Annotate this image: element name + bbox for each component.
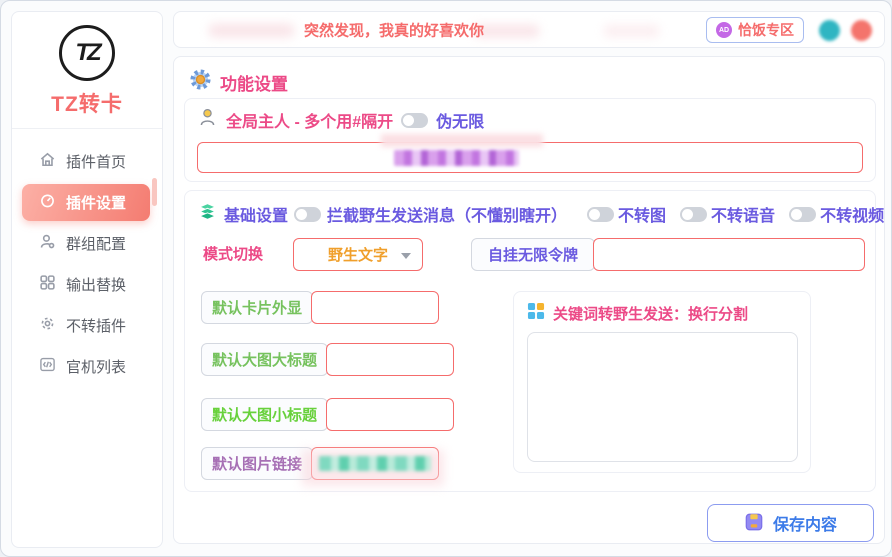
no-voice-label: 不转语音	[711, 202, 775, 226]
color-grid-icon	[527, 302, 545, 325]
mode-select[interactable]: 野生文字	[293, 238, 423, 271]
field-row-card-display: 默认卡片外显	[201, 291, 439, 324]
redacted-overlay	[381, 134, 543, 147]
token-input-group: 自挂无限令牌	[471, 238, 865, 271]
card-display-label: 默认卡片外显	[201, 291, 313, 324]
sidebar-item-label: 群组配置	[66, 233, 126, 254]
no-voice-toggle[interactable]	[680, 207, 707, 222]
redacted-image-link-value	[319, 456, 431, 471]
sidebar-item-label: 插件首页	[66, 151, 126, 172]
save-button-label: 保存内容	[773, 511, 837, 535]
app-window: TZ TZ转卡 插件首页 插件设置	[0, 0, 892, 557]
field-row-image-link: 默认图片链接	[201, 447, 439, 480]
layers-icon	[197, 201, 218, 227]
sidebar-item-no-convert-plugin[interactable]: 不转插件	[12, 305, 162, 346]
image-link-label: 默认图片链接	[201, 447, 313, 480]
big-title-input[interactable]	[326, 343, 454, 376]
ad-zone-button[interactable]: AD 恰饭专区	[706, 17, 804, 43]
token-input[interactable]	[593, 238, 865, 271]
token-label: 自挂无限令牌	[471, 238, 595, 271]
save-floppy-icon	[744, 512, 764, 535]
basic-settings-section: 基础设置 拦截野生发送消息（不懂别瞎开） 不转图 不转语音 不转视频 模式切换	[184, 190, 876, 492]
redacted-owner-value	[394, 150, 519, 166]
basic-settings-label: 基础设置	[224, 202, 288, 226]
sidebar-item-label: 不转插件	[66, 315, 126, 336]
card-display-input[interactable]	[311, 291, 439, 324]
no-video-label: 不转视频	[820, 202, 884, 226]
intercept-toggle[interactable]	[294, 207, 321, 222]
mode-select-value: 野生文字	[328, 244, 388, 265]
user-gear-icon	[39, 233, 56, 254]
intercept-label: 拦截野生发送消息（不懂别瞎开）	[327, 202, 567, 226]
keyword-panel: 关键词转野生发送：换行分割	[513, 291, 811, 473]
no-video-toggle[interactable]	[789, 207, 816, 222]
section-header: 功能设置	[189, 68, 288, 96]
small-title-input[interactable]	[326, 398, 454, 431]
sidebar-menu: 插件首页 插件设置 群组配置	[12, 129, 162, 387]
global-owner-section: 全局主人 - 多个用#隔开 伪无限	[184, 98, 876, 182]
sidebar-item-label: 输出替换	[66, 274, 126, 295]
sidebar-item-plugin-settings[interactable]: 插件设置	[22, 184, 150, 221]
no-image-label: 不转图	[618, 202, 666, 226]
field-row-small-title: 默认大图小标题	[201, 398, 454, 431]
sidebar-item-group-config[interactable]: 群组配置	[12, 223, 162, 264]
sidebar-item-plugin-home[interactable]: 插件首页	[12, 141, 162, 182]
topbar: 突然发现，我真的好喜欢你 AD 恰饭专区	[173, 11, 885, 48]
teal-avatar-dot[interactable]	[819, 20, 840, 41]
no-image-toggle[interactable]	[587, 207, 614, 222]
fake-unlimited-toggle[interactable]	[401, 113, 428, 128]
page-title: 功能设置	[220, 70, 288, 95]
user-icon	[197, 107, 218, 133]
keyword-textarea[interactable]	[527, 332, 798, 462]
logo-block: TZ TZ转卡	[12, 12, 162, 129]
blue-gear-icon	[189, 68, 212, 96]
sidebar-item-label: 插件设置	[66, 192, 126, 213]
active-item-indicator	[152, 178, 157, 206]
app-title: TZ转卡	[12, 88, 162, 118]
chevron-down-icon	[401, 253, 411, 259]
mode-switch-label: 模式切换	[203, 243, 263, 264]
redacted-text	[209, 24, 294, 37]
sidebar-item-label: 官机列表	[66, 356, 126, 377]
field-row-big-title: 默认大图大标题	[201, 343, 454, 376]
fake-unlimited-label: 伪无限	[436, 108, 484, 132]
small-title-label: 默认大图小标题	[201, 398, 328, 431]
gear-icon	[39, 315, 56, 336]
sidebar-item-output-replace[interactable]: 输出替换	[12, 264, 162, 305]
keyword-panel-title: 关键词转野生发送：换行分割	[553, 303, 748, 324]
save-button[interactable]: 保存内容	[707, 504, 874, 542]
topbar-message: 突然发现，我真的好喜欢你	[304, 19, 484, 40]
code-icon	[39, 356, 56, 377]
ad-badge-icon: AD	[716, 22, 732, 38]
sidebar: TZ TZ转卡 插件首页 插件设置	[11, 11, 163, 548]
big-title-label: 默认大图大标题	[201, 343, 328, 376]
image-link-input[interactable]	[311, 447, 439, 480]
main-settings-card: 功能设置 全局主人 - 多个用#隔开 伪无限	[173, 56, 885, 544]
red-avatar-dot[interactable]	[851, 20, 872, 41]
sidebar-item-official-list[interactable]: 官机列表	[12, 346, 162, 387]
ad-zone-label: 恰饭专区	[738, 20, 794, 40]
owner-label: 全局主人 - 多个用#隔开	[226, 108, 393, 132]
grid-icon	[39, 274, 56, 295]
redacted-text	[604, 25, 659, 37]
timer-icon	[39, 192, 56, 213]
tz-logo: TZ	[59, 25, 115, 81]
owner-input[interactable]	[197, 142, 863, 173]
home-icon	[39, 151, 56, 172]
